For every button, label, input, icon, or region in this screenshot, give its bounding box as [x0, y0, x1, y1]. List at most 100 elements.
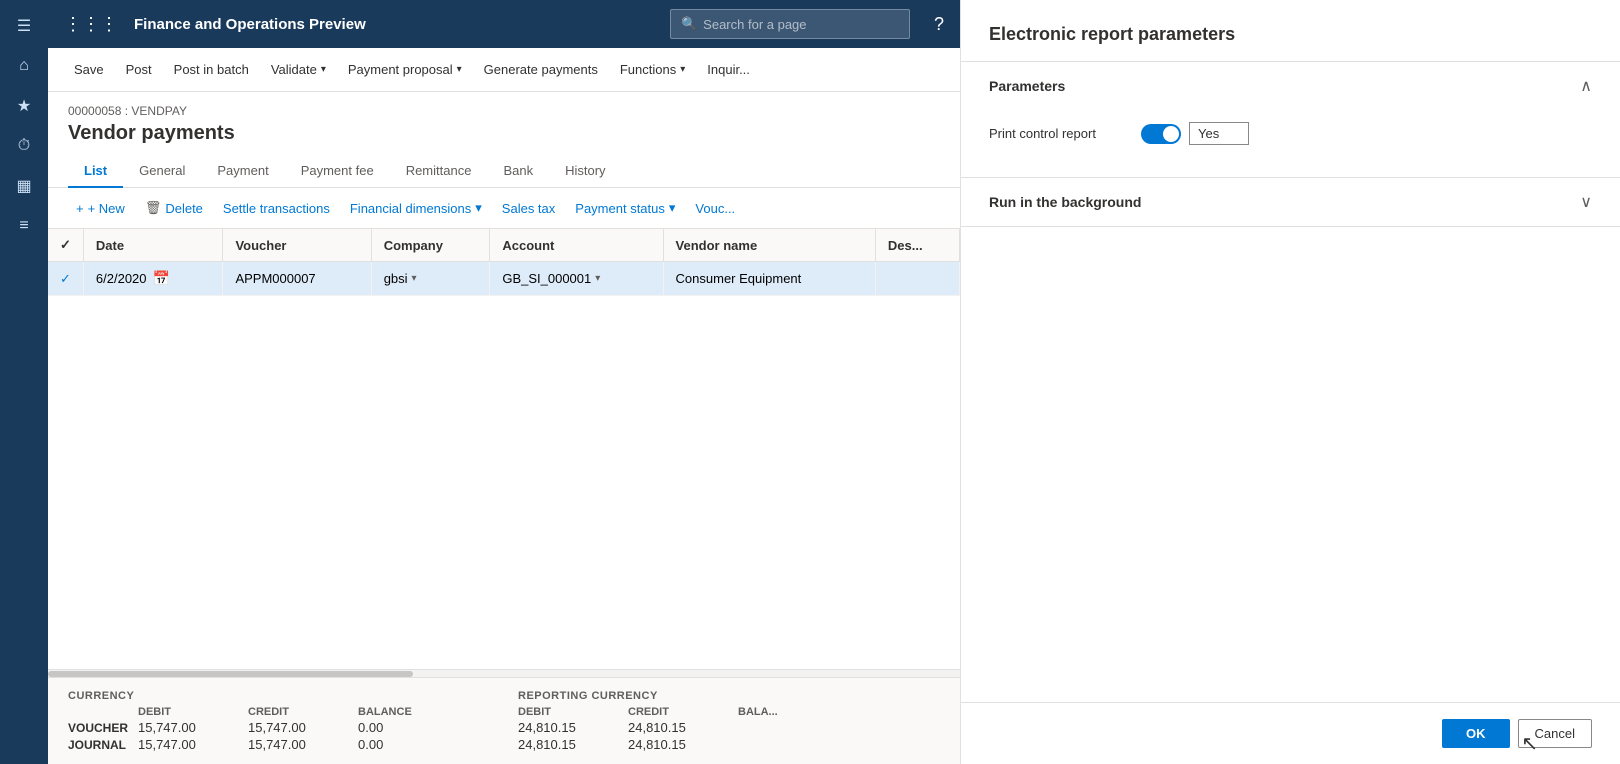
search-icon: 🔍	[681, 16, 697, 32]
row-checkbox[interactable]: ✓	[48, 262, 83, 296]
run-background-section-header[interactable]: Run in the background ∨	[961, 178, 1620, 226]
new-button[interactable]: + + New	[68, 197, 133, 220]
journal-debit: 15,747.00	[138, 737, 248, 752]
generate-payments-button[interactable]: Generate payments	[474, 54, 608, 86]
delete-icon: 🗑	[145, 200, 162, 216]
voucher-balance: 0.00	[358, 720, 458, 735]
home-icon[interactable]: ⌂	[6, 48, 42, 84]
payment-proposal-button[interactable]: Payment proposal ▾	[338, 54, 472, 86]
panel-spacer	[961, 227, 1620, 702]
left-navigation: ☰ ⌂ ★ ⏱ ▦ ≡	[0, 0, 48, 764]
functions-button[interactable]: Functions ▾	[610, 54, 695, 86]
voucher-row-label: VOUCHER	[68, 721, 138, 735]
search-placeholder: Search for a page	[703, 17, 806, 32]
panel-title: Electronic report parameters	[989, 24, 1592, 45]
cancel-button[interactable]: Cancel	[1518, 719, 1592, 748]
rep-balance-col-header: BALA...	[738, 706, 838, 718]
tab-history[interactable]: History	[549, 155, 621, 188]
app-grid-icon[interactable]: ⋮⋮⋮	[64, 14, 118, 35]
row-company: gbsi ▾	[371, 262, 490, 296]
inquire-button[interactable]: Inquir...	[697, 54, 760, 86]
tab-list[interactable]: List	[68, 155, 123, 188]
parameters-section-header[interactable]: Parameters ∧	[961, 62, 1620, 110]
currency-label: CURRENCY	[68, 690, 458, 702]
row-description	[875, 262, 959, 296]
help-icon[interactable]: ?	[934, 14, 944, 35]
vouch-button[interactable]: Vouc...	[687, 197, 743, 220]
delete-button[interactable]: 🗑 Delete	[137, 196, 211, 220]
breadcrumb: 00000058 : VENDPAY	[68, 104, 940, 118]
account-dropdown-icon[interactable]: ▾	[595, 273, 600, 284]
parameters-section: Parameters ∧ Print control report	[961, 62, 1620, 178]
row-account: GB_SI_000001 ▾	[490, 262, 663, 296]
toolbar: Save Post Post in batch Validate ▾ Payme…	[48, 48, 960, 92]
tab-bank[interactable]: Bank	[487, 155, 549, 188]
run-background-expand-icon[interactable]: ∨	[1580, 192, 1592, 212]
main-area: ⋮⋮⋮ Finance and Operations Preview 🔍 Sea…	[48, 0, 960, 764]
journal-row-label: JOURNAL	[68, 738, 138, 752]
toggle-container	[1141, 122, 1249, 145]
payment-status-button[interactable]: Payment status ▾	[567, 196, 683, 220]
col-voucher: Voucher	[223, 229, 371, 262]
col-account: Account	[490, 229, 663, 262]
rep-journal-credit: 24,810.15	[628, 737, 738, 752]
payments-table: ✓ Date Voucher Company Account Vendor na…	[48, 229, 960, 296]
sales-tax-button[interactable]: Sales tax	[494, 197, 563, 220]
journal-credit: 15,747.00	[248, 737, 358, 752]
app-title: Finance and Operations Preview	[134, 16, 658, 33]
ok-button[interactable]: OK	[1442, 719, 1510, 748]
payment-status-chevron-icon: ▾	[669, 200, 676, 216]
right-panel: Electronic report parameters Parameters …	[960, 0, 1620, 764]
page-content: 00000058 : VENDPAY Vendor payments List …	[48, 92, 960, 764]
parameters-collapse-icon[interactable]: ∧	[1580, 76, 1592, 96]
search-bar[interactable]: 🔍 Search for a page	[670, 9, 910, 39]
post-batch-button[interactable]: Post in batch	[164, 54, 259, 86]
run-background-section-title: Run in the background	[989, 194, 1141, 210]
post-button[interactable]: Post	[116, 54, 162, 86]
rep-debit-col-header: DEBIT	[518, 706, 628, 718]
voucher-debit: 15,747.00	[138, 720, 248, 735]
hamburger-icon[interactable]: ☰	[6, 8, 42, 44]
voucher-credit: 15,747.00	[248, 720, 358, 735]
print-control-value-input[interactable]	[1189, 122, 1249, 145]
tabs: List General Payment Payment fee Remitta…	[48, 155, 960, 188]
rep-voucher-credit: 24,810.15	[628, 720, 738, 735]
credit-col-header: CREDIT	[248, 706, 358, 718]
calendar-icon[interactable]: 📅	[153, 270, 170, 287]
rep-voucher-debit: 24,810.15	[518, 720, 628, 735]
tab-payment-fee[interactable]: Payment fee	[285, 155, 390, 188]
print-control-toggle[interactable]	[1141, 124, 1181, 144]
table-row[interactable]: ✓ 6/2/2020 📅 APPM000007 gbsi ▾	[48, 262, 960, 296]
favorites-icon[interactable]: ★	[6, 88, 42, 124]
save-button[interactable]: Save	[64, 54, 114, 86]
tab-remittance[interactable]: Remittance	[390, 155, 488, 188]
select-all-checkbox[interactable]: ✓	[48, 229, 83, 262]
journal-balance: 0.00	[358, 737, 458, 752]
rep-journal-debit: 24,810.15	[518, 737, 628, 752]
workspaces-icon[interactable]: ▦	[6, 168, 42, 204]
scroll-thumb[interactable]	[48, 671, 413, 677]
col-date: Date	[83, 229, 223, 262]
modules-icon[interactable]: ≡	[6, 208, 42, 244]
panel-header: Electronic report parameters	[961, 0, 1620, 62]
print-control-report-label: Print control report	[989, 126, 1129, 141]
plus-icon: +	[76, 201, 84, 216]
rep-credit-col-header: CREDIT	[628, 706, 738, 718]
financial-dimensions-button[interactable]: Financial dimensions ▾	[342, 196, 490, 220]
tab-general[interactable]: General	[123, 155, 201, 188]
validate-chevron-icon: ▾	[321, 64, 326, 75]
summary-footer: CURRENCY DEBIT CREDIT BALANCE VOUCHER 15…	[48, 677, 960, 764]
page-title: Vendor payments	[68, 122, 940, 145]
col-description: Des...	[875, 229, 959, 262]
balance-col-header: BALANCE	[358, 706, 458, 718]
row-vendor-name: Consumer Equipment	[663, 262, 875, 296]
validate-button[interactable]: Validate ▾	[261, 54, 336, 86]
settle-transactions-button[interactable]: Settle transactions	[215, 197, 338, 220]
tab-payment[interactable]: Payment	[201, 155, 284, 188]
company-dropdown-icon[interactable]: ▾	[412, 273, 417, 284]
recent-icon[interactable]: ⏱	[6, 128, 42, 164]
page-header: 00000058 : VENDPAY Vendor payments	[48, 92, 960, 155]
col-vendor-name: Vendor name	[663, 229, 875, 262]
currency-group: CURRENCY DEBIT CREDIT BALANCE VOUCHER 15…	[68, 690, 458, 752]
horizontal-scrollbar[interactable]	[48, 669, 960, 677]
